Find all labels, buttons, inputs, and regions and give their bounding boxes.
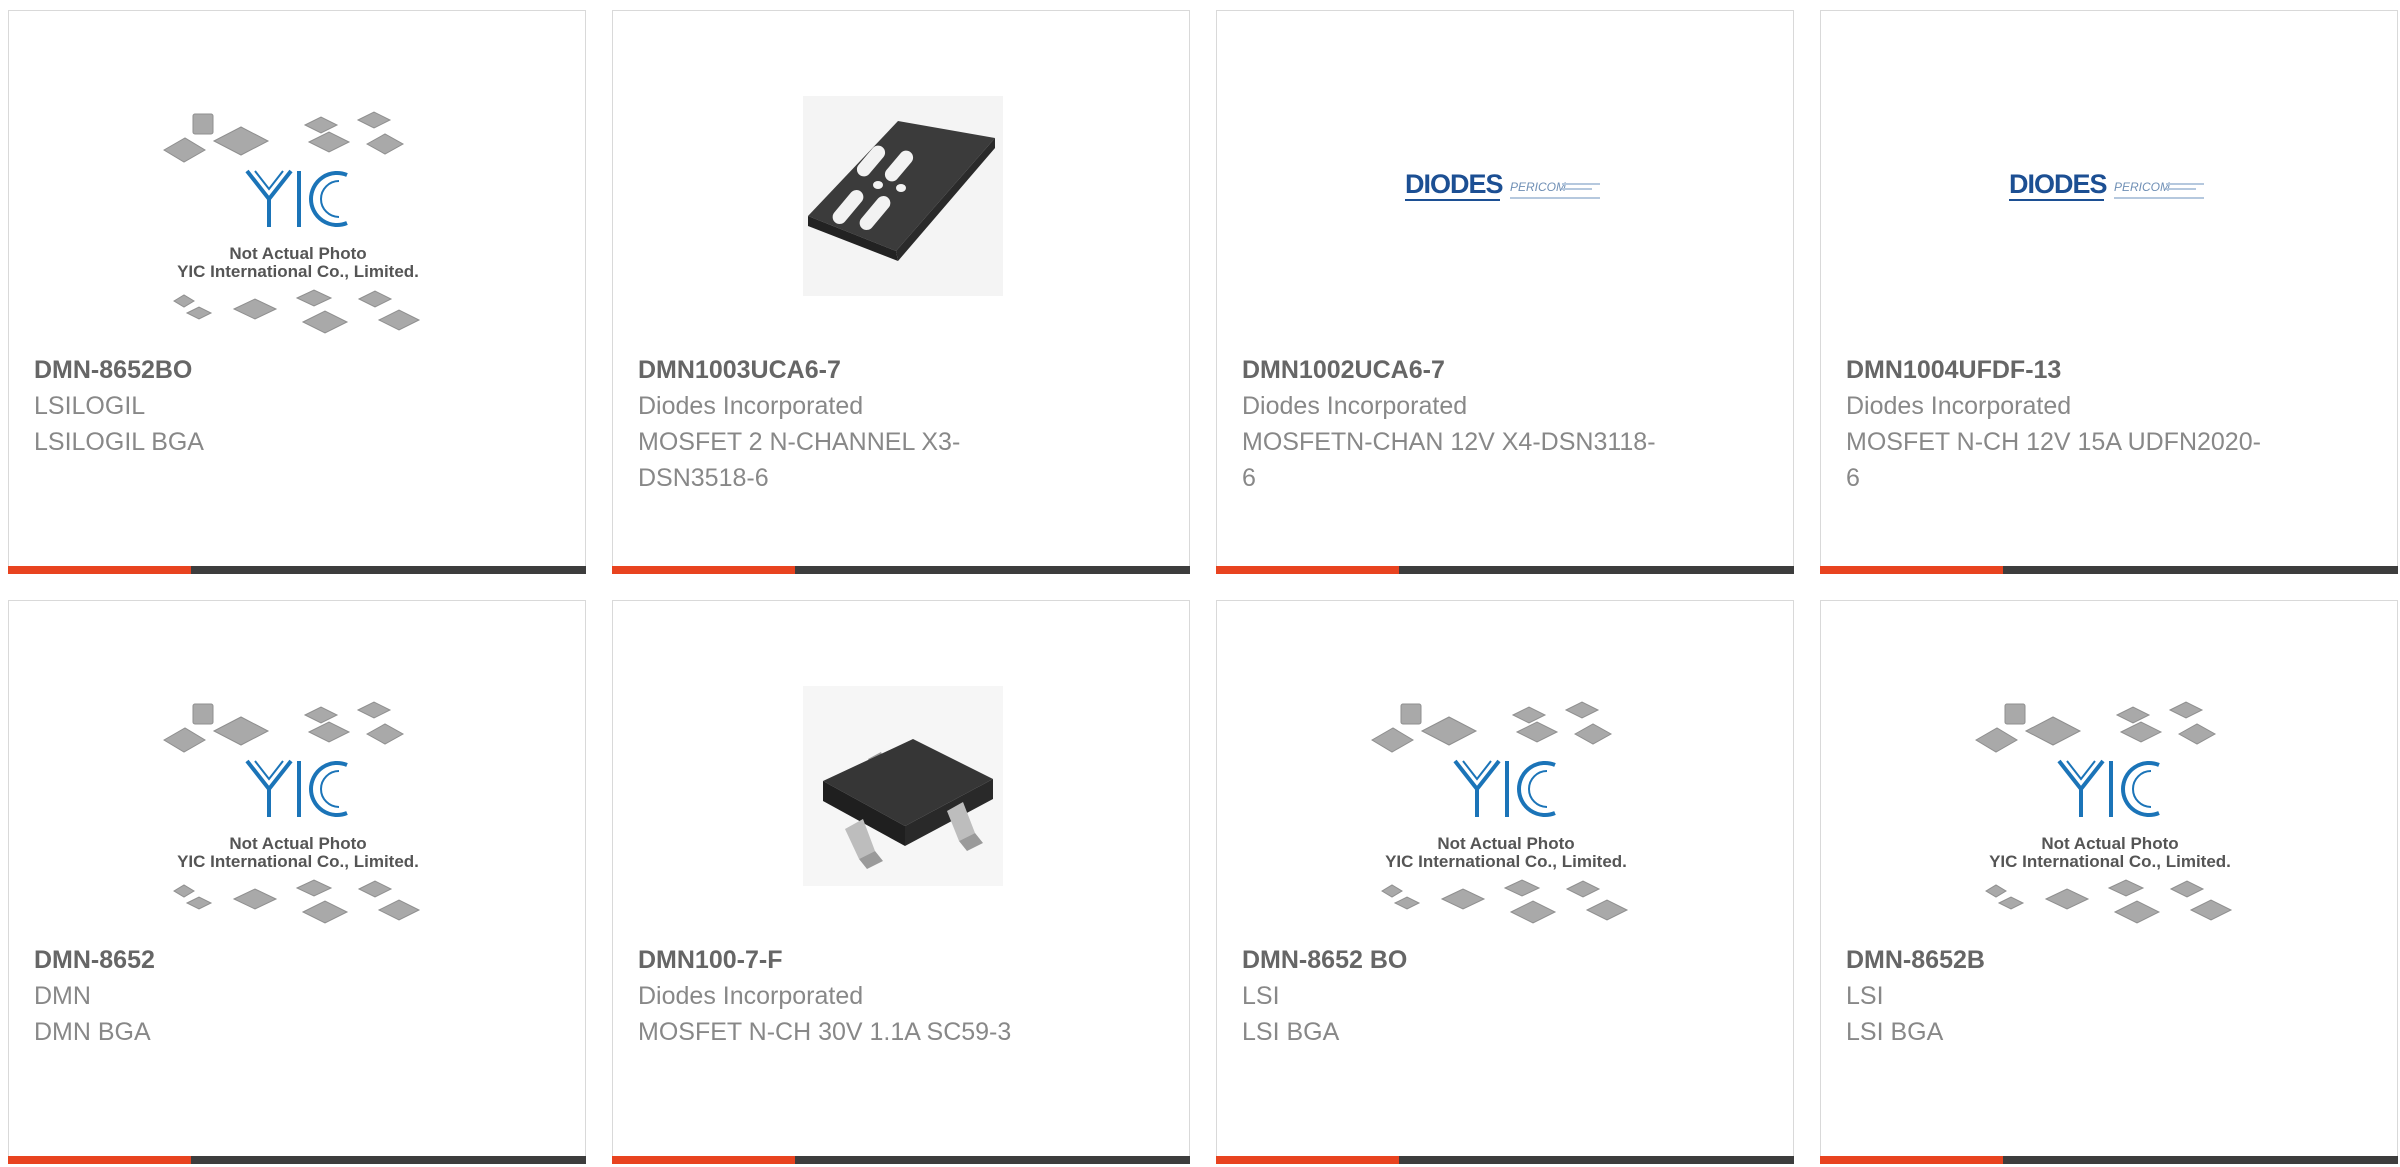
description: MOSFET N-CH 12V 15A UDFN2020-6: [1846, 428, 2261, 492]
yic-logo-icon: [2057, 759, 2160, 817]
description: MOSFET 2 N-CHANNEL X3-DSN3518-6: [638, 428, 961, 492]
svg-text:DIODES: DIODES: [2009, 169, 2107, 199]
product-text: DMN1003UCA6-7 Diodes Incorporated MOSFET…: [638, 352, 1058, 496]
product-card[interactable]: Not Actual Photo YIC International Co., …: [8, 10, 586, 574]
chip-cluster-icon: [1975, 701, 2217, 753]
part-number-link[interactable]: DMN-8652B: [1846, 942, 2266, 978]
description: LSI BGA: [1846, 1018, 1944, 1046]
placeholder-caption-line1: Not Actual Photo: [1437, 834, 1574, 853]
product-image[interactable]: Not Actual Photo YIC International Co., …: [9, 71, 587, 351]
description: MOSFET N-CH 30V 1.1A SC59-3: [638, 1018, 1012, 1046]
chip-cluster-icon: [173, 879, 421, 924]
product-text: DMN-8652 DMN DMN BGA: [34, 942, 454, 1050]
product-card[interactable]: DMN100-7-F Diodes Incorporated MOSFET N-…: [612, 600, 1190, 1164]
placeholder-caption-line1: Not Actual Photo: [229, 834, 366, 853]
part-number-link[interactable]: DMN1002UCA6-7: [1242, 352, 1662, 388]
placeholder-caption-line1: Not Actual Photo: [229, 244, 366, 263]
product-grid: Not Actual Photo YIC International Co., …: [8, 10, 2400, 1164]
placeholder-caption-line2: YIC International Co., Limited.: [177, 262, 419, 281]
part-number-link[interactable]: DMN-8652BO: [34, 352, 454, 388]
part-number-link[interactable]: DMN1003UCA6-7: [638, 352, 1058, 388]
card-accent-bar: [1216, 1156, 1794, 1164]
description: DMN BGA: [34, 1018, 151, 1046]
product-card[interactable]: Not Actual Photo YIC International Co., …: [1216, 600, 1794, 1164]
chip-cluster-icon: [1381, 879, 1629, 924]
manufacturer: Diodes Incorporated: [1846, 392, 2072, 420]
manufacturer: LSI: [1242, 982, 1280, 1010]
placeholder-caption-line2: YIC International Co., Limited.: [1385, 852, 1627, 871]
product-text: DMN100-7-F Diodes Incorporated MOSFET N-…: [638, 942, 1058, 1050]
placeholder-caption-line2: YIC International Co., Limited.: [1989, 852, 2231, 871]
chip-cluster-icon: [163, 701, 405, 753]
part-number-link[interactable]: DMN-8652: [34, 942, 454, 978]
svg-text:PERICOM: PERICOM: [1510, 180, 1566, 194]
product-image[interactable]: Not Actual Photo YIC International Co., …: [9, 661, 587, 941]
manufacturer: Diodes Incorporated: [638, 982, 864, 1010]
product-card[interactable]: Not Actual Photo YIC International Co., …: [1820, 600, 2398, 1164]
product-text: DMN1002UCA6-7 Diodes Incorporated MOSFET…: [1242, 352, 1662, 496]
card-accent-bar: [612, 1156, 1190, 1164]
product-card[interactable]: DIODES PERICOM DMN1002UCA6-7 Diodes Inco…: [1216, 10, 1794, 574]
description: LSILOGIL BGA: [34, 428, 204, 456]
card-accent-bar: [1820, 566, 2398, 574]
product-image[interactable]: DIODES PERICOM: [1217, 71, 1795, 351]
manufacturer: DMN: [34, 982, 91, 1010]
placeholder-caption-line1: Not Actual Photo: [2041, 834, 2178, 853]
product-text: DMN-8652 BO LSI LSI BGA: [1242, 942, 1662, 1050]
description: LSI BGA: [1242, 1018, 1340, 1046]
product-text: DMN-8652B LSI LSI BGA: [1846, 942, 2266, 1050]
chip-cluster-icon: [163, 111, 405, 163]
card-accent-bar: [8, 1156, 586, 1164]
diodes-logo-icon: DIODES PERICOM: [2009, 169, 2204, 201]
card-accent-bar: [8, 566, 586, 574]
part-number-link[interactable]: DMN100-7-F: [638, 942, 1058, 978]
diodes-logo-icon: DIODES PERICOM: [1405, 169, 1600, 201]
card-accent-bar: [1820, 1156, 2398, 1164]
part-number-link[interactable]: DMN-8652 BO: [1242, 942, 1662, 978]
product-image[interactable]: DIODES PERICOM: [1821, 71, 2399, 351]
chip-cluster-icon: [1371, 701, 1613, 753]
product-image[interactable]: Not Actual Photo YIC International Co., …: [1217, 661, 1795, 941]
chip-cluster-icon: [173, 289, 421, 334]
manufacturer: Diodes Incorporated: [1242, 392, 1468, 420]
product-image[interactable]: [613, 661, 1191, 941]
product-card[interactable]: Not Actual Photo YIC International Co., …: [8, 600, 586, 1164]
svg-text:PERICOM: PERICOM: [2114, 180, 2170, 194]
product-image[interactable]: [613, 71, 1191, 351]
part-number-link[interactable]: DMN1004UFDF-13: [1846, 352, 2266, 388]
product-text: DMN1004UFDF-13 Diodes Incorporated MOSFE…: [1846, 352, 2266, 496]
product-card[interactable]: DIODES PERICOM DMN1004UFDF-13 Diodes Inc…: [1820, 10, 2398, 574]
description: MOSFETN-CHAN 12V X4-DSN3118-6: [1242, 428, 1656, 492]
placeholder-caption-line2: YIC International Co., Limited.: [177, 852, 419, 871]
card-accent-bar: [1216, 566, 1794, 574]
manufacturer: LSI: [1846, 982, 1884, 1010]
card-accent-bar: [612, 566, 1190, 574]
manufacturer: LSILOGIL: [34, 392, 146, 420]
product-card[interactable]: DMN1003UCA6-7 Diodes Incorporated MOSFET…: [612, 10, 1190, 574]
yic-logo-icon: [1453, 759, 1556, 817]
product-image[interactable]: Not Actual Photo YIC International Co., …: [1821, 661, 2399, 941]
yic-logo-icon: [245, 169, 348, 227]
yic-logo-icon: [245, 759, 348, 817]
manufacturer: Diodes Incorporated: [638, 392, 864, 420]
svg-text:DIODES: DIODES: [1405, 169, 1503, 199]
chip-cluster-icon: [1985, 879, 2233, 924]
product-text: DMN-8652BO LSILOGIL LSILOGIL BGA: [34, 352, 454, 460]
